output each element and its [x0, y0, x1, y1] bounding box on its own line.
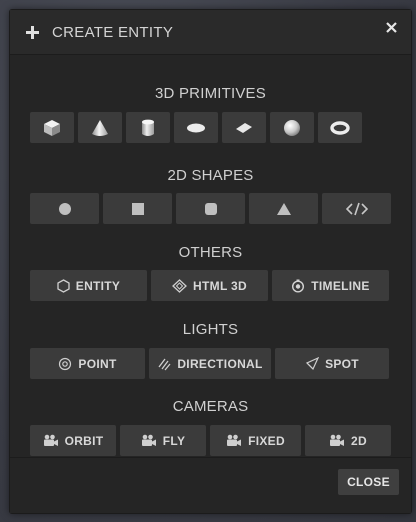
html-3d-button[interactable]: HTML 3D — [151, 270, 268, 301]
triangle-button[interactable] — [249, 193, 318, 224]
square-button[interactable] — [103, 193, 172, 224]
section-title-2d-shapes: 2D SHAPES — [167, 167, 254, 184]
circle-button[interactable] — [30, 193, 99, 224]
cameras-row: ORBIT FLY FIXED 2D — [30, 425, 391, 456]
timeline-label: TIMELINE — [311, 278, 370, 293]
shapes-2d-row — [30, 193, 391, 224]
fly-camera-button[interactable]: FLY — [120, 425, 207, 456]
rounded-square-icon — [204, 202, 218, 216]
square-icon — [131, 202, 145, 216]
point-light-button[interactable]: POINT — [30, 348, 145, 379]
create-entity-dialog: CREATE ENTITY 3D PRIMITIVES 2D SHAPES OT… — [9, 9, 412, 514]
cylinder-button[interactable] — [126, 112, 170, 143]
dialog-title: CREATE ENTITY — [52, 23, 174, 41]
disc-button[interactable] — [174, 112, 218, 143]
box-icon — [42, 118, 62, 138]
circle-icon — [58, 202, 72, 216]
2d-label: 2D — [351, 433, 367, 448]
entity-button[interactable]: ENTITY — [30, 270, 147, 301]
orbit-label: ORBIT — [64, 433, 104, 448]
primitives-row — [30, 112, 391, 143]
code-icon — [345, 202, 368, 216]
camera-icon — [43, 434, 59, 447]
cone-icon — [90, 118, 110, 138]
plane-icon — [234, 121, 254, 135]
section-title-3d-primitives: 3D PRIMITIVES — [155, 85, 266, 102]
timer-icon — [291, 279, 305, 293]
rounded-square-button[interactable] — [176, 193, 245, 224]
point-label: POINT — [78, 356, 117, 371]
plus-icon — [26, 25, 40, 39]
directional-label: DIRECTIONAL — [177, 356, 263, 371]
orbit-camera-button[interactable]: ORBIT — [30, 425, 117, 456]
timeline-button[interactable]: TIMELINE — [272, 270, 389, 301]
entity-label: ENTITY — [75, 278, 121, 293]
spot-light-button[interactable]: SPOT — [275, 348, 389, 379]
html-3d-label: HTML 3D — [193, 278, 247, 293]
camera-icon — [141, 434, 157, 447]
fly-label: FLY — [162, 433, 186, 448]
cylinder-icon — [138, 118, 158, 138]
sphere-icon — [282, 118, 302, 138]
camera-icon — [329, 434, 345, 447]
others-row: ENTITY HTML 3D TIMELINE — [30, 270, 391, 301]
fixed-label: FIXED — [248, 433, 285, 448]
section-title-cameras: CAMERAS — [172, 398, 249, 415]
disc-icon — [185, 121, 207, 135]
close-button[interactable]: CLOSE — [338, 469, 399, 495]
fixed-camera-button[interactable]: FIXED — [210, 425, 301, 456]
torus-icon — [329, 120, 351, 136]
code-button[interactable] — [322, 193, 391, 224]
sphere-button[interactable] — [270, 112, 314, 143]
section-title-others: OTHERS — [178, 244, 243, 261]
dialog-footer: CLOSE — [10, 457, 411, 513]
target-icon — [58, 357, 72, 371]
torus-button[interactable] — [318, 112, 362, 143]
dialog-header: CREATE ENTITY — [10, 10, 411, 55]
directional-light-button[interactable]: DIRECTIONAL — [149, 348, 271, 379]
rays-icon — [157, 357, 171, 371]
section-title-lights: LIGHTS — [182, 321, 239, 338]
2d-camera-button[interactable]: 2D — [304, 425, 391, 456]
hexagon-icon — [57, 278, 70, 293]
plane-button[interactable] — [222, 112, 266, 143]
close-icon[interactable] — [386, 22, 397, 33]
cone-button[interactable] — [78, 112, 122, 143]
diamond-icon — [172, 278, 188, 293]
spot-cone-icon — [305, 356, 320, 371]
triangle-icon — [276, 202, 292, 216]
box-button[interactable] — [30, 112, 74, 143]
spot-label: SPOT — [325, 356, 359, 371]
lights-row: POINT DIRECTIONAL SPOT — [30, 348, 391, 379]
camera-icon — [226, 434, 242, 447]
dialog-body: 3D PRIMITIVES 2D SHAPES OTHERS ENTITY HT… — [10, 56, 411, 457]
